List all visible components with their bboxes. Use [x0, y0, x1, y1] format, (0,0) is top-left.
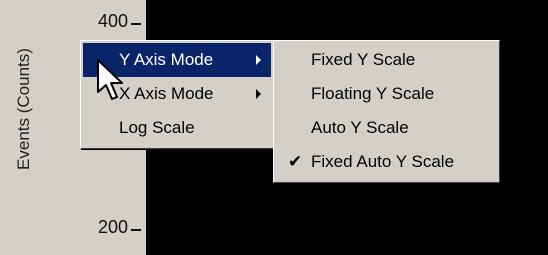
- graph-window: Events (Counts) 400 200 Y Axis Mode X Ax…: [0, 0, 548, 255]
- submenu-item-auto-y-scale[interactable]: Auto Y Scale: [276, 111, 497, 145]
- menu-item-label: Log Scale: [119, 118, 195, 137]
- menu-item-label: Fixed Y Scale: [311, 50, 416, 69]
- menu-item-label: Y Axis Mode: [119, 50, 214, 69]
- submenu-item-floating-y-scale[interactable]: Floating Y Scale: [276, 77, 497, 111]
- y-tick-mark-400: [131, 23, 141, 25]
- mouse-cursor-icon: [97, 59, 123, 100]
- checkmark-icon: ✔: [288, 152, 303, 171]
- submenu-arrow-icon: [256, 55, 261, 65]
- y-axis-label: Events (Counts): [4, 14, 44, 204]
- y-axis-label-text: Events (Counts): [14, 48, 33, 170]
- menu-item-label: Auto Y Scale: [311, 118, 409, 137]
- submenu-arrow-icon: [256, 89, 261, 99]
- menu-item-label: X Axis Mode: [119, 84, 214, 103]
- submenu-item-fixed-y-scale[interactable]: Fixed Y Scale: [276, 43, 497, 77]
- menu-item-log-scale[interactable]: Log Scale: [83, 111, 271, 145]
- menu-item-label: Floating Y Scale: [311, 84, 435, 103]
- y-tick-label-400: 400: [97, 11, 128, 31]
- y-axis-mode-submenu: Fixed Y Scale Floating Y Scale Auto Y Sc…: [273, 40, 500, 183]
- y-tick-mark-200: [131, 229, 141, 231]
- menu-item-label: Fixed Auto Y Scale: [311, 152, 455, 171]
- y-tick-label-200: 200: [97, 217, 128, 237]
- submenu-item-fixed-auto-y-scale[interactable]: ✔ Fixed Auto Y Scale: [276, 145, 497, 179]
